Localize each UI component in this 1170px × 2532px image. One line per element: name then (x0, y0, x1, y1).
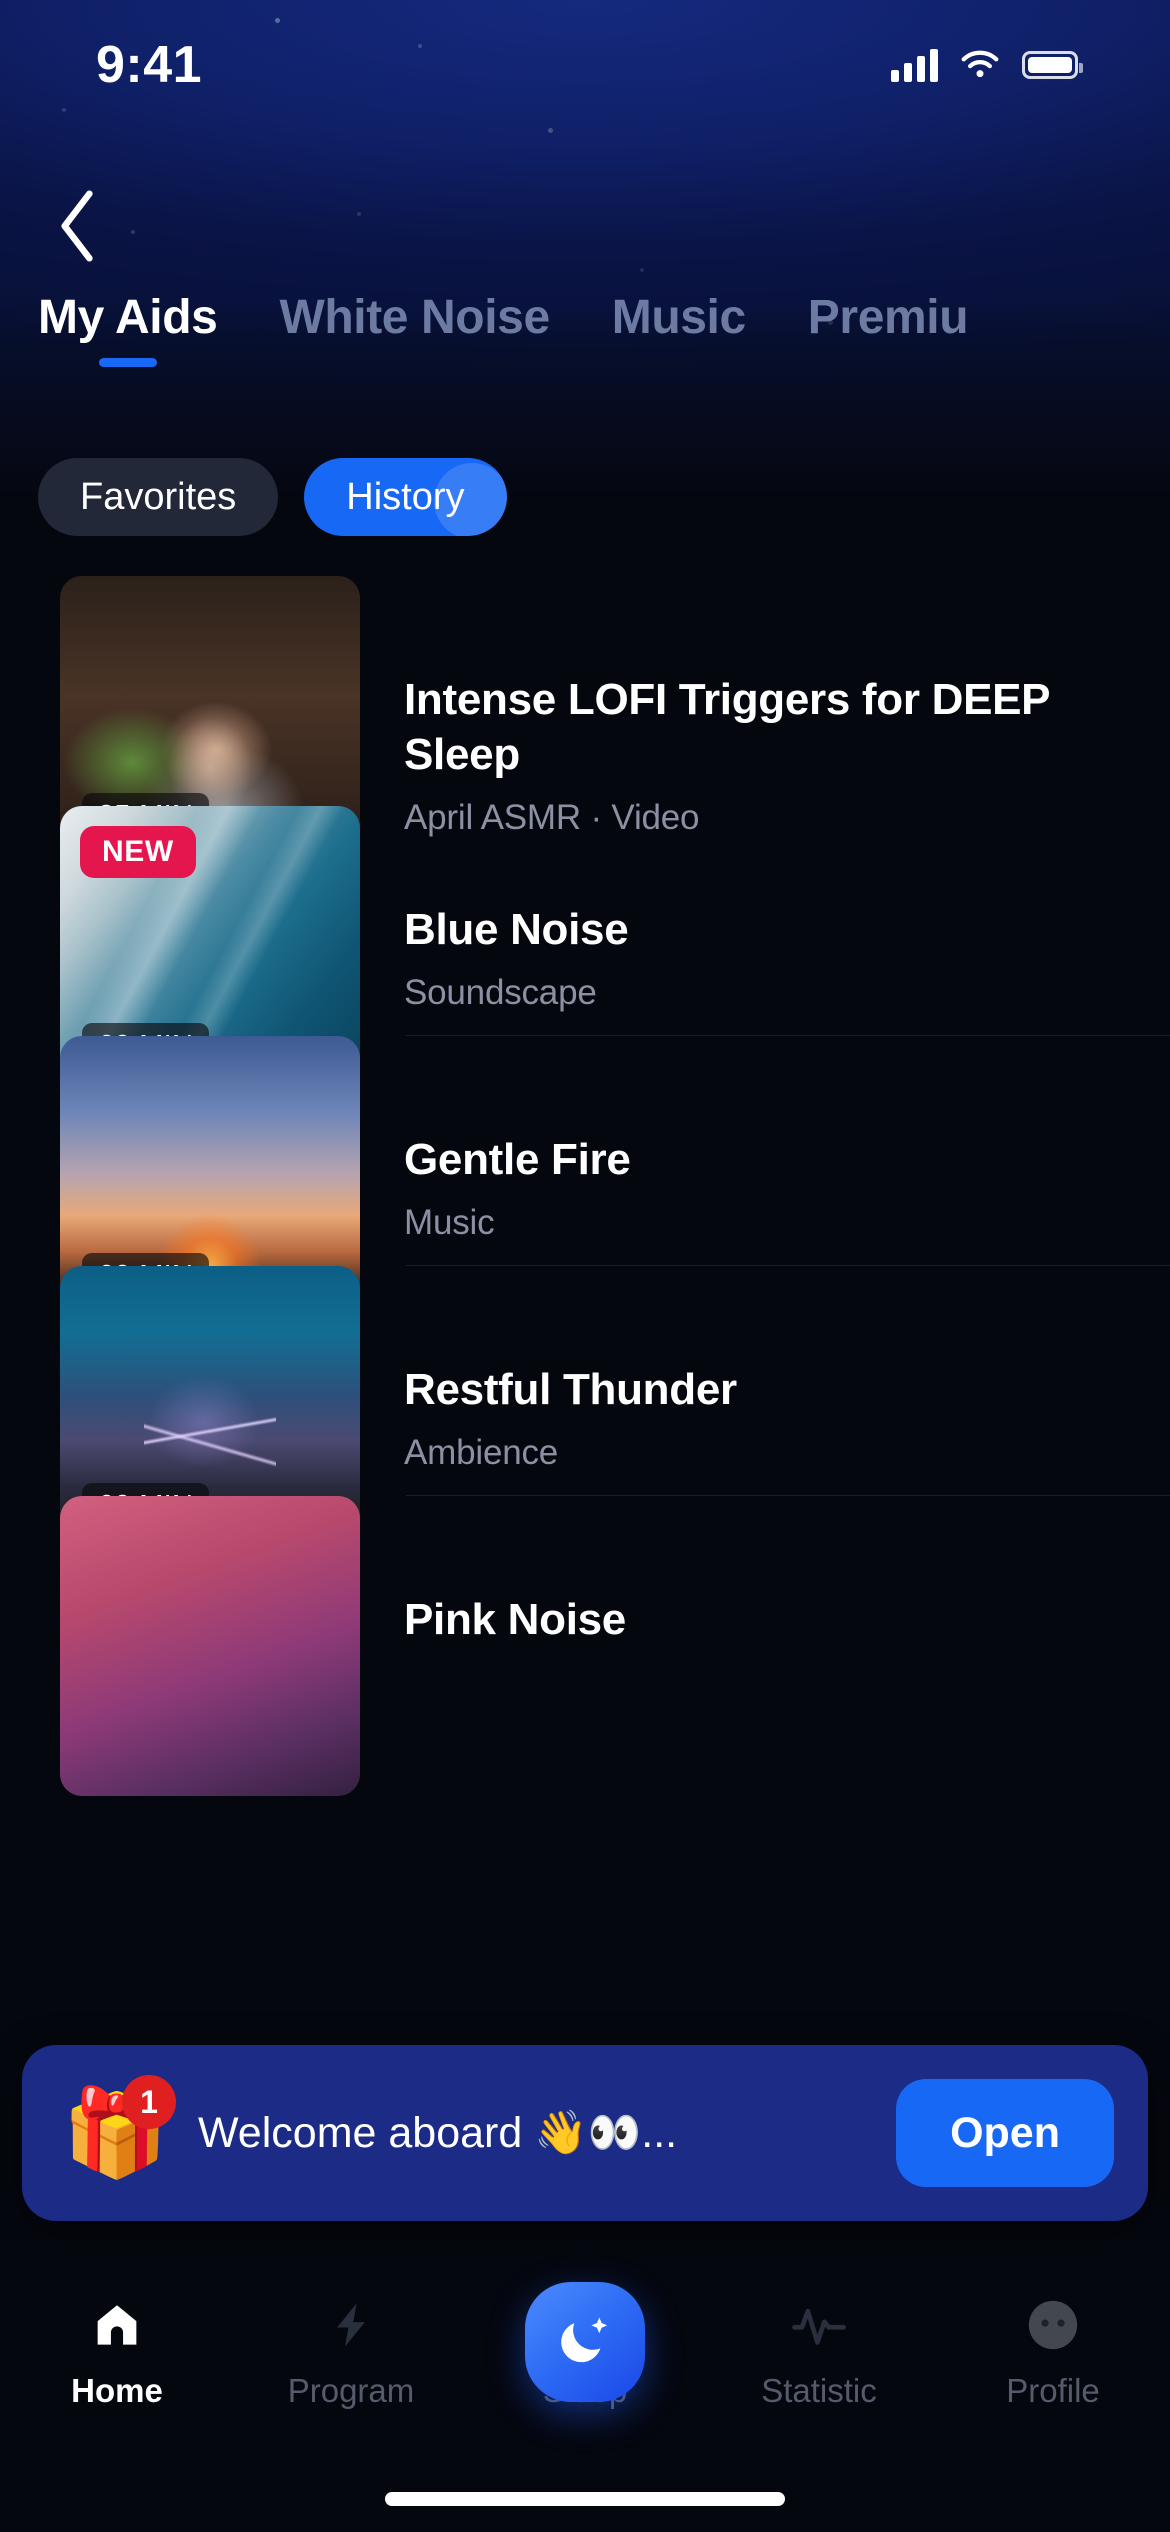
chip-favorites[interactable]: Favorites (38, 458, 279, 536)
new-badge: NEW (80, 826, 196, 878)
open-button[interactable]: Open (896, 2079, 1114, 2187)
thumbnail-art (60, 1496, 360, 1796)
bolt-icon (324, 2294, 378, 2356)
status-bar: 9:41 (0, 0, 1170, 130)
nav-item-sleep[interactable]: Sleep (468, 2282, 702, 2410)
list-item-thumbnail (60, 1496, 360, 1796)
moon-sparkle-icon (561, 2317, 608, 2363)
back-button[interactable] (30, 178, 126, 274)
filter-chips: Favorites History (38, 458, 507, 536)
tab-my-aids-label: My Aids (38, 291, 218, 344)
nav-item-profile[interactable]: Profile (936, 2294, 1170, 2410)
tab-music[interactable]: Music (612, 290, 746, 367)
list-item-title: Pink Noise (404, 1595, 626, 1644)
nav-item-statistic-label: Statistic (761, 2372, 877, 2409)
sleep-fab-button[interactable] (525, 2282, 645, 2402)
list-item-title: Gentle Fire (404, 1135, 631, 1184)
tab-my-aids[interactable]: My Aids (38, 290, 218, 367)
tab-premium-label: Premiu (807, 291, 969, 344)
tab-white-noise[interactable]: White Noise (279, 290, 550, 367)
list-item[interactable]: NEW 60 MIN Blue Noise Soundscape (0, 806, 1170, 1106)
chip-favorites-label: Favorites (80, 475, 237, 518)
notification-count-badge: 1 (122, 2075, 176, 2129)
wifi-icon (961, 50, 999, 78)
tab-music-label: Music (611, 291, 746, 344)
tab-active-indicator (98, 358, 157, 367)
list-item-title: Blue Noise (404, 905, 629, 954)
list-item-meta: Blue Noise Soundscape (360, 806, 1170, 1013)
sound-list: 25 MIN Intense LOFI Triggers for DEEP Sl… (0, 576, 1170, 1796)
tab-white-noise-label: White Noise (279, 291, 550, 344)
bottom-navigation: Home Program Sleep Statistic (0, 2242, 1170, 2532)
nav-item-program-label: Program (287, 2372, 415, 2409)
cellular-signal-icon (891, 48, 938, 82)
nav-item-home[interactable]: Home (0, 2294, 234, 2410)
list-item-meta: Gentle Fire Music (360, 1036, 1170, 1243)
status-bar-clock: 9:41 (96, 36, 203, 94)
list-item[interactable]: Pink Noise (0, 1496, 1170, 1796)
list-item-subtitle: Music (404, 1203, 495, 1242)
list-item[interactable]: 25 MIN Intense LOFI Triggers for DEEP Sl… (0, 576, 1170, 876)
nav-item-profile-label: Profile (1006, 2372, 1100, 2409)
chevron-left-icon (61, 190, 93, 262)
category-tabs: My Aids White Noise Music Premiu (0, 290, 1170, 400)
list-item[interactable]: 60 MIN Gentle Fire Music (0, 1036, 1170, 1336)
app-screen: 9:41 My Aids White Noise Music Premiu Fa… (0, 0, 1170, 2532)
chip-history[interactable]: History (304, 458, 507, 536)
notification-banner[interactable]: 🎁 1 Welcome aboard 👋👀... Open (22, 2045, 1148, 2221)
nav-item-program[interactable]: Program (234, 2294, 468, 2410)
home-icon (90, 2294, 144, 2356)
nav-item-home-label: Home (71, 2372, 163, 2409)
battery-icon (1022, 51, 1083, 79)
list-item-title: Restful Thunder (404, 1365, 737, 1414)
list-item-subtitle: Soundscape (404, 973, 597, 1012)
tab-premium[interactable]: Premiu (807, 290, 969, 367)
home-indicator[interactable] (385, 2492, 785, 2506)
touch-ripple (433, 462, 507, 536)
list-item[interactable]: 60 MIN Restful Thunder Ambience (0, 1266, 1170, 1566)
nav-item-statistic[interactable]: Statistic (702, 2294, 936, 2410)
banner-message: Welcome aboard 👋👀... (198, 2109, 678, 2157)
pulse-icon (790, 2294, 848, 2356)
list-item-subtitle: Ambience (404, 1433, 559, 1472)
list-item-title: Intense LOFI Triggers for DEEP Sleep (404, 675, 1050, 779)
face-icon (1024, 2294, 1082, 2356)
list-item-meta: Restful Thunder Ambience (360, 1266, 1170, 1473)
status-bar-icons (891, 48, 1083, 82)
gift-icon: 🎁 1 (62, 2075, 176, 2187)
list-item-meta: Pink Noise (360, 1496, 1170, 1647)
list-item-meta: Intense LOFI Triggers for DEEP Sleep Apr… (360, 576, 1170, 838)
